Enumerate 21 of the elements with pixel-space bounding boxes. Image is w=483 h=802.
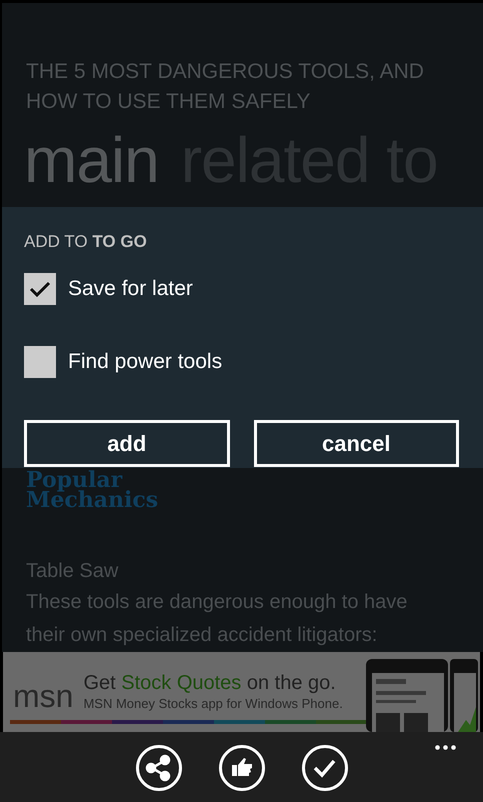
source-logo: Popular Mechanics (26, 470, 160, 510)
subheading: Table Saw (26, 559, 120, 584)
article-title: THE 5 MOST DANGEROUS TOOLS, AND HOW TO USE THEM SAFELY (26, 59, 425, 115)
thumbs-up-icon[interactable] (218, 745, 264, 791)
checkbox[interactable] (24, 272, 56, 305)
article-body: These tools are dangerous enough to have their own specialized accident litigators: (26, 590, 408, 648)
checkbox[interactable] (24, 346, 56, 378)
ad-tagline: MSN Money Stocks app for Windows Phone. (83, 695, 343, 713)
ad-banner[interactable]: msn Get Stock Quotes on the go. MSN Money Stocks app for Windows Phone. (3, 652, 480, 732)
add-button[interactable]: add (24, 420, 230, 467)
pivot-header[interactable]: main (24, 125, 159, 187)
dialog-heading: ADD TO TO GO (24, 230, 148, 253)
checkbox-label: Save for later (68, 276, 193, 302)
cancel-button[interactable]: cancel (254, 420, 459, 467)
more-icon[interactable] (435, 745, 456, 750)
share-icon[interactable] (136, 745, 182, 791)
ad-headline: Get Stock Quotes on the go. (83, 671, 337, 695)
ad-brand: msn (13, 680, 74, 712)
checkbox-label: Find power tools (68, 349, 222, 376)
check-icon (29, 280, 51, 298)
checkmark-icon[interactable] (302, 745, 348, 791)
